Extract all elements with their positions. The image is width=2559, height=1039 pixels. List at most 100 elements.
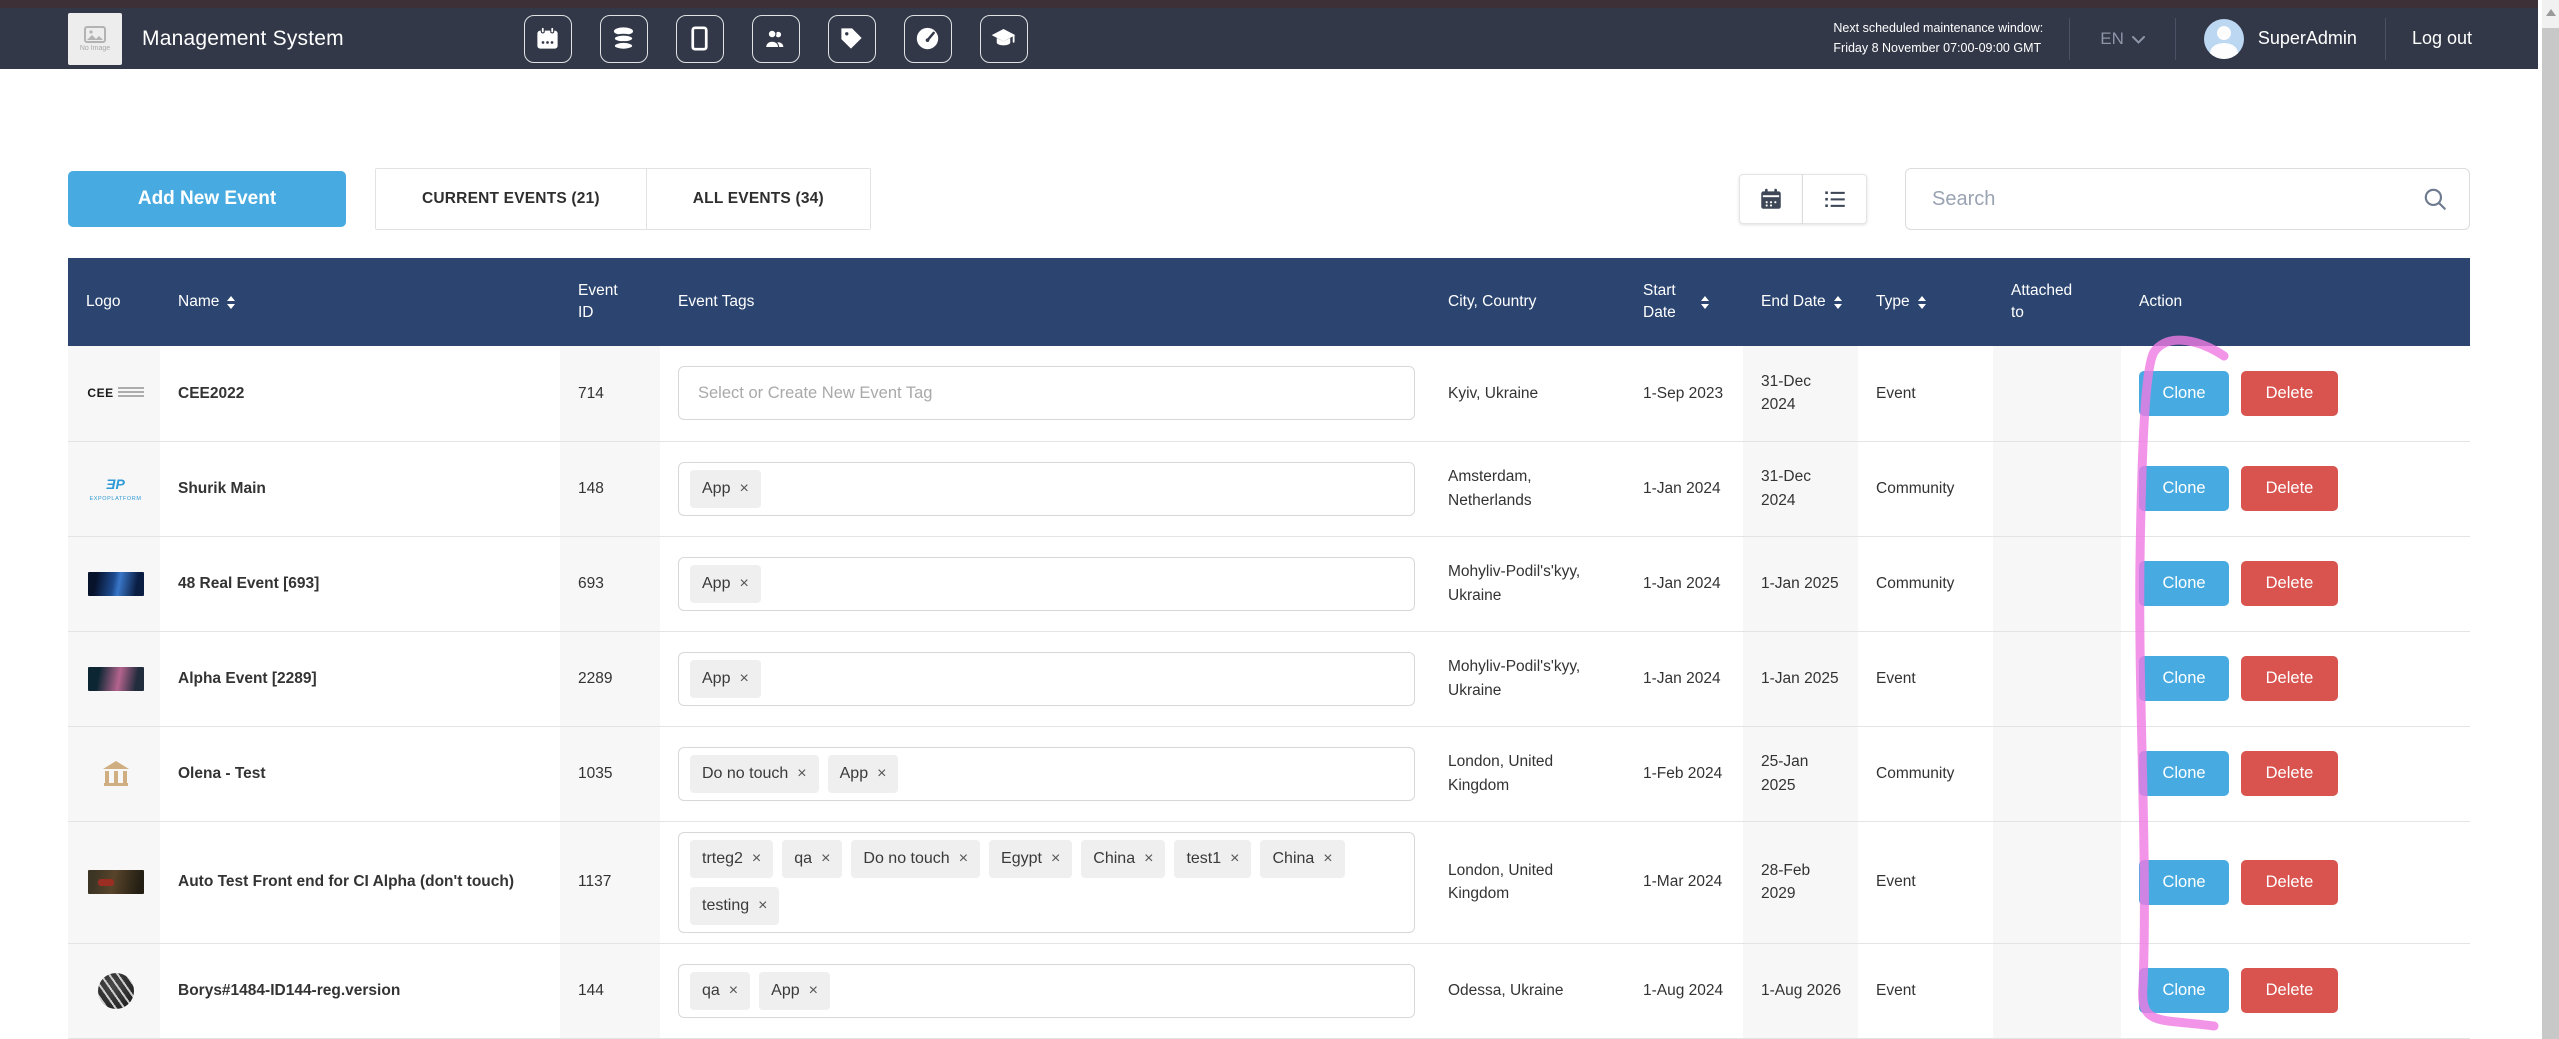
no-image-label: No Image [80, 45, 110, 52]
delete-button[interactable]: Delete [2241, 561, 2338, 606]
remove-tag-icon[interactable]: × [752, 851, 761, 867]
column-header-name[interactable]: Name [160, 258, 560, 346]
event-name-cell[interactable]: Alpha Event [2289] [160, 631, 560, 726]
city-country-cell: Amsterdam, Netherlands [1430, 441, 1625, 536]
column-header-action: Action [2121, 258, 2470, 346]
tag-chip: qa× [782, 840, 842, 878]
remove-tag-icon[interactable]: × [739, 671, 748, 687]
brand-logo-placeholder[interactable]: No Image [68, 13, 122, 65]
add-new-event-button[interactable]: Add New Event [68, 171, 346, 227]
clone-button[interactable]: Clone [2139, 656, 2229, 701]
tag-label: Egypt [1001, 847, 1042, 871]
event-tags-input[interactable]: App× [678, 557, 1415, 611]
logout-button[interactable]: Log out [2386, 28, 2498, 49]
clone-button[interactable]: Clone [2139, 968, 2229, 1013]
sort-arrows-icon[interactable] [1834, 296, 1842, 309]
education-icon[interactable] [980, 15, 1028, 63]
remove-tag-icon[interactable]: × [959, 851, 968, 867]
event-name-cell[interactable]: Borys#1484-ID144-reg.version [160, 943, 560, 1038]
column-header-type[interactable]: Type [1858, 258, 1993, 346]
event-name-cell[interactable]: CEE2022 [160, 346, 560, 441]
attached-to-cell [1993, 943, 2121, 1038]
scrollbar-thumb[interactable] [2542, 28, 2559, 1039]
delete-button[interactable]: Delete [2241, 466, 2338, 511]
remove-tag-icon[interactable]: × [1323, 851, 1332, 867]
column-header-end-date[interactable]: End Date [1743, 258, 1858, 346]
clone-button[interactable]: Clone [2139, 860, 2229, 905]
tag-icon[interactable] [828, 15, 876, 63]
calendar-view-icon[interactable] [1739, 174, 1803, 224]
column-label: Name [178, 291, 219, 313]
remove-tag-icon[interactable]: × [821, 851, 830, 867]
remove-tag-icon[interactable]: × [739, 576, 748, 592]
delete-button[interactable]: Delete [2241, 968, 2338, 1013]
tab-all-events[interactable]: ALL EVENTS (34) [646, 169, 870, 229]
mobile-icon[interactable] [676, 15, 724, 63]
sort-arrows-icon[interactable] [1918, 296, 1926, 309]
remove-tag-icon[interactable]: × [809, 983, 818, 999]
remove-tag-icon[interactable]: × [877, 766, 886, 782]
event-name-cell[interactable]: Shurik Main [160, 441, 560, 536]
users-icon[interactable] [752, 15, 800, 63]
vertical-scrollbar [2542, 0, 2559, 1039]
sort-arrows-icon[interactable] [1701, 296, 1709, 309]
delete-button[interactable]: Delete [2241, 371, 2338, 416]
event-type-cell: Community [1858, 536, 1993, 631]
scrollbar-up-arrow-icon[interactable] [2546, 9, 2556, 16]
column-label: Attached to [2011, 280, 2083, 325]
event-tags-input[interactable]: Do no touch×App× [678, 747, 1415, 801]
event-name-cell[interactable]: Auto Test Front end for CI Alpha (don't … [160, 821, 560, 943]
event-name-cell[interactable]: Olena - Test [160, 726, 560, 821]
search-icon[interactable] [2422, 186, 2448, 217]
cee-logo: CEE [86, 384, 145, 402]
remove-tag-icon[interactable]: × [1051, 851, 1060, 867]
tag-chip: Egypt × [989, 840, 1072, 878]
delete-button[interactable]: Delete [2241, 751, 2338, 796]
dashboard-icon[interactable] [904, 15, 952, 63]
calendar-icon[interactable] [524, 15, 572, 63]
delete-button[interactable]: Delete [2241, 656, 2338, 701]
language-selector[interactable]: EN [2070, 29, 2175, 49]
list-view-icon[interactable] [1803, 174, 1867, 224]
tab-current-events[interactable]: CURRENT EVENTS (21) [376, 169, 646, 229]
search-box [1905, 168, 2470, 230]
search-input[interactable] [1905, 168, 2470, 230]
clone-button[interactable]: Clone [2139, 751, 2229, 796]
end-date-cell: 1-Jan 2025 [1743, 536, 1858, 631]
language-label: EN [2100, 29, 2124, 49]
end-date-cell: 1-Jan 2025 [1743, 631, 1858, 726]
column-header-start-date[interactable]: Start Date [1625, 258, 1743, 346]
delete-button[interactable]: Delete [2241, 860, 2338, 905]
event-tags-cell: trteg2×qa×Do no touch×Egypt×China×test1×… [660, 821, 1430, 943]
sort-arrows-icon[interactable] [227, 296, 235, 309]
maintenance-line2: Friday 8 November 07:00-09:00 GMT [1833, 39, 2043, 58]
event-name-cell[interactable]: 48 Real Event [693] [160, 536, 560, 631]
remove-tag-icon[interactable]: × [729, 983, 738, 999]
remove-tag-icon[interactable]: × [1230, 851, 1239, 867]
attached-to-cell [1993, 821, 2121, 943]
event-tags-input[interactable]: App× [678, 462, 1415, 516]
tag-label: China [1272, 847, 1314, 871]
remove-tag-icon[interactable]: × [1144, 851, 1153, 867]
event-tags-input[interactable]: App× [678, 652, 1415, 706]
database-icon[interactable] [600, 15, 648, 63]
city-country-cell: London, United Kingdom [1430, 726, 1625, 821]
event-id-cell: 1137 [560, 821, 660, 943]
clone-button[interactable]: Clone [2139, 561, 2229, 606]
remove-tag-icon[interactable]: × [797, 766, 806, 782]
event-tags-input[interactable]: qa×App× [678, 964, 1415, 1018]
clone-button[interactable]: Clone [2139, 466, 2229, 511]
events-table: LogoNameEvent IDEvent TagsCity, CountryS… [68, 258, 2470, 1039]
event-tags-input[interactable]: trteg2×qa×Do no touch×Egypt×China×test1×… [678, 832, 1415, 933]
maintenance-line1: Next scheduled maintenance window: [1833, 19, 2043, 38]
navbar-right-cluster: Next scheduled maintenance window: Frida… [1833, 18, 2498, 60]
event-tags-input[interactable]: Select or Create New Event Tag [678, 366, 1415, 420]
remove-tag-icon[interactable]: × [739, 481, 748, 497]
user-menu[interactable]: SuperAdmin [2176, 19, 2385, 59]
clone-button[interactable]: Clone [2139, 371, 2229, 416]
remove-tag-icon[interactable]: × [758, 898, 767, 914]
tag-chip: Do no touch× [851, 840, 980, 878]
banner-car-logo [86, 870, 145, 894]
user-name: SuperAdmin [2258, 28, 2357, 49]
start-date-cell: 1-Jan 2024 [1625, 536, 1743, 631]
